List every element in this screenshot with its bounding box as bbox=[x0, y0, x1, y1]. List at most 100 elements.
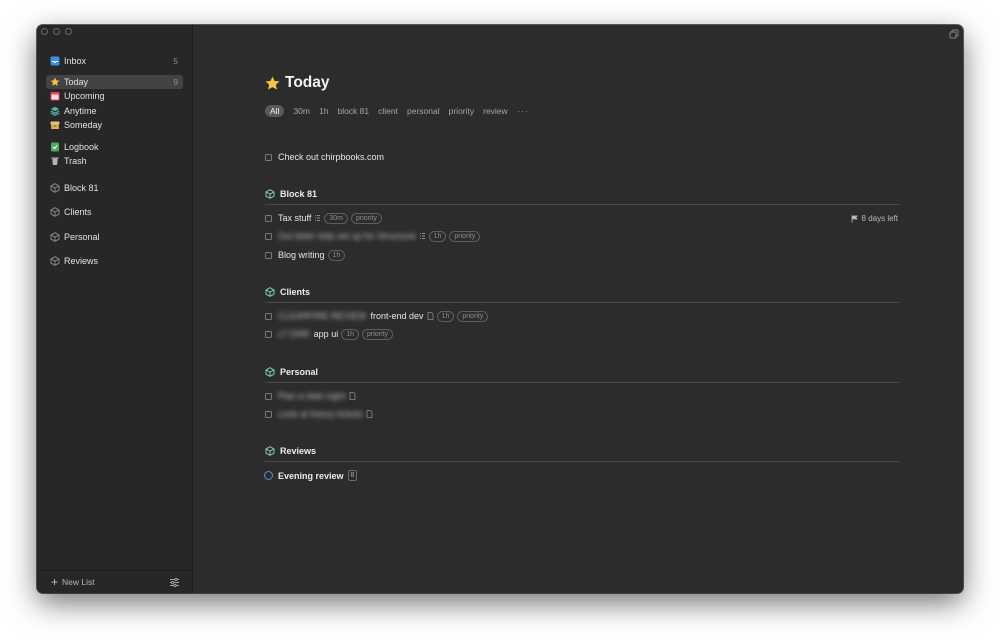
filter-personal[interactable]: personal bbox=[407, 105, 440, 117]
archive-box-icon bbox=[50, 120, 60, 130]
task-title-redacted: LT DNR bbox=[278, 329, 310, 339]
filter-all[interactable]: All bbox=[265, 105, 285, 117]
sidebar-item-area-personal[interactable]: Personal bbox=[46, 225, 183, 250]
app-window: Inbox 5 Today 9 Upcoming Anytime Someday… bbox=[37, 25, 963, 593]
sidebar-item-label: Trash bbox=[64, 156, 87, 167]
area-cube-icon bbox=[265, 446, 275, 456]
sidebar-item-today[interactable]: Today 9 bbox=[46, 74, 183, 89]
task-row[interactable]: CLEARFIRE REVIEW front-end dev 1h priori… bbox=[265, 310, 489, 322]
section-divider bbox=[265, 382, 899, 383]
sidebar-item-label: Inbox bbox=[64, 56, 87, 67]
sidebar-footer: + New List bbox=[37, 570, 192, 593]
sidebar-item-label: Personal bbox=[64, 231, 100, 242]
area-cube-icon bbox=[50, 231, 60, 242]
task-row[interactable]: LT DNR app ui 1h priority bbox=[265, 328, 394, 340]
sidebar-item-area-clients[interactable]: Clients bbox=[46, 200, 183, 225]
task-title: Check out chirpbooks.com bbox=[278, 152, 385, 162]
task-title: Look at theory tickets bbox=[278, 409, 364, 419]
sliders-settings-icon[interactable] bbox=[169, 577, 180, 588]
task-checkbox[interactable] bbox=[265, 153, 272, 161]
deadline-text: 8 days left bbox=[861, 214, 898, 223]
calendar-icon bbox=[50, 91, 60, 101]
new-list-label: New List bbox=[62, 577, 95, 587]
area-cube-icon bbox=[265, 189, 275, 199]
task-checkbox[interactable] bbox=[265, 392, 272, 400]
task-checkbox[interactable] bbox=[265, 330, 272, 338]
inbox-icon bbox=[50, 56, 60, 66]
task-title: Plan a date night bbox=[278, 391, 346, 401]
area-cube-icon bbox=[50, 207, 60, 218]
task-checkbox[interactable] bbox=[265, 214, 272, 222]
section-header-reviews[interactable]: Reviews bbox=[265, 445, 899, 462]
section-title: Reviews bbox=[280, 446, 317, 456]
more-filters-button[interactable]: ··· bbox=[518, 107, 529, 116]
close-window-button[interactable] bbox=[41, 28, 48, 35]
task-checkbox[interactable] bbox=[265, 251, 272, 259]
trash-icon bbox=[50, 156, 60, 166]
project-row-evening-review[interactable]: Evening review 8 bbox=[264, 470, 358, 481]
task-row[interactable]: Out letter help set up for Structural 1h… bbox=[265, 230, 481, 242]
plus-icon: + bbox=[51, 575, 59, 589]
tag-badge: priority bbox=[449, 230, 481, 242]
page-title: Today bbox=[265, 74, 330, 92]
tag-badge: priority bbox=[362, 328, 394, 340]
section-header-block81[interactable]: Block 81 bbox=[265, 188, 899, 205]
section-header-clients[interactable]: Clients bbox=[265, 286, 899, 303]
sidebar-item-someday[interactable]: Someday bbox=[46, 118, 183, 133]
task-title: Out letter help set up for Structural bbox=[278, 231, 416, 241]
page-title-text: Today bbox=[285, 74, 330, 91]
inbox-count: 5 bbox=[173, 56, 178, 67]
minimize-window-button[interactable] bbox=[53, 28, 60, 35]
tag-badge: priority bbox=[350, 212, 382, 224]
filter-1h[interactable]: 1h bbox=[319, 105, 328, 117]
sidebar-item-area-block81[interactable]: Block 81 bbox=[46, 176, 183, 201]
stack-icon bbox=[50, 106, 60, 116]
area-cube-icon bbox=[50, 256, 60, 267]
window-restore-icon[interactable] bbox=[949, 29, 959, 39]
area-cube-icon bbox=[265, 367, 275, 377]
note-icon bbox=[427, 312, 433, 320]
filter-block-81[interactable]: block 81 bbox=[337, 105, 369, 117]
task-checkbox[interactable] bbox=[265, 232, 272, 240]
filter-review[interactable]: review bbox=[483, 105, 508, 117]
tag-badge: 30m bbox=[324, 212, 348, 224]
sidebar-item-label: Clients bbox=[64, 207, 92, 218]
task-row[interactable]: Blog writing 1h bbox=[265, 249, 346, 261]
filter-30m[interactable]: 30m bbox=[293, 105, 310, 117]
sidebar-item-anytime[interactable]: Anytime bbox=[46, 104, 183, 119]
task-checkbox[interactable] bbox=[265, 312, 272, 320]
deadline-indicator: 8 days left bbox=[851, 214, 898, 223]
sidebar: Inbox 5 Today 9 Upcoming Anytime Someday… bbox=[37, 25, 193, 593]
task-row[interactable]: Check out chirpbooks.com bbox=[265, 151, 384, 163]
task-row[interactable]: Look at theory tickets bbox=[265, 408, 373, 420]
section-title: Clients bbox=[280, 287, 311, 297]
area-cube-icon bbox=[50, 182, 60, 193]
star-icon bbox=[265, 75, 280, 90]
zoom-window-button[interactable] bbox=[65, 28, 72, 35]
sidebar-item-upcoming[interactable]: Upcoming bbox=[46, 89, 183, 104]
sidebar-item-trash[interactable]: Trash bbox=[46, 154, 183, 169]
project-count-badge: 8 bbox=[347, 470, 358, 481]
new-list-button[interactable]: + New List bbox=[51, 575, 95, 589]
task-title: app ui bbox=[313, 329, 339, 339]
filter-client[interactable]: client bbox=[378, 105, 398, 117]
sidebar-item-label: Someday bbox=[64, 120, 103, 131]
task-title: Blog writing bbox=[278, 250, 325, 260]
section-divider bbox=[265, 204, 899, 205]
sidebar-item-label: Upcoming bbox=[64, 91, 105, 102]
tag-badge: 1h bbox=[327, 249, 346, 261]
checklist-icon bbox=[419, 233, 425, 239]
section-title: Personal bbox=[280, 367, 319, 377]
task-title: Tax stuff bbox=[278, 213, 312, 223]
checklist-icon bbox=[315, 215, 321, 221]
filter-priority[interactable]: priority bbox=[449, 105, 475, 117]
sidebar-item-logbook[interactable]: Logbook bbox=[46, 140, 183, 155]
task-checkbox[interactable] bbox=[265, 410, 272, 418]
section-header-personal[interactable]: Personal bbox=[265, 366, 899, 383]
sidebar-item-label: Logbook bbox=[64, 141, 99, 152]
sidebar-item-inbox[interactable]: Inbox 5 bbox=[46, 54, 183, 69]
task-row[interactable]: Plan a date night bbox=[265, 390, 356, 402]
sidebar-item-area-reviews[interactable]: Reviews bbox=[46, 249, 183, 274]
task-row[interactable]: Tax stuff 30m priority bbox=[265, 212, 382, 224]
tag-badge: priority bbox=[457, 310, 489, 322]
